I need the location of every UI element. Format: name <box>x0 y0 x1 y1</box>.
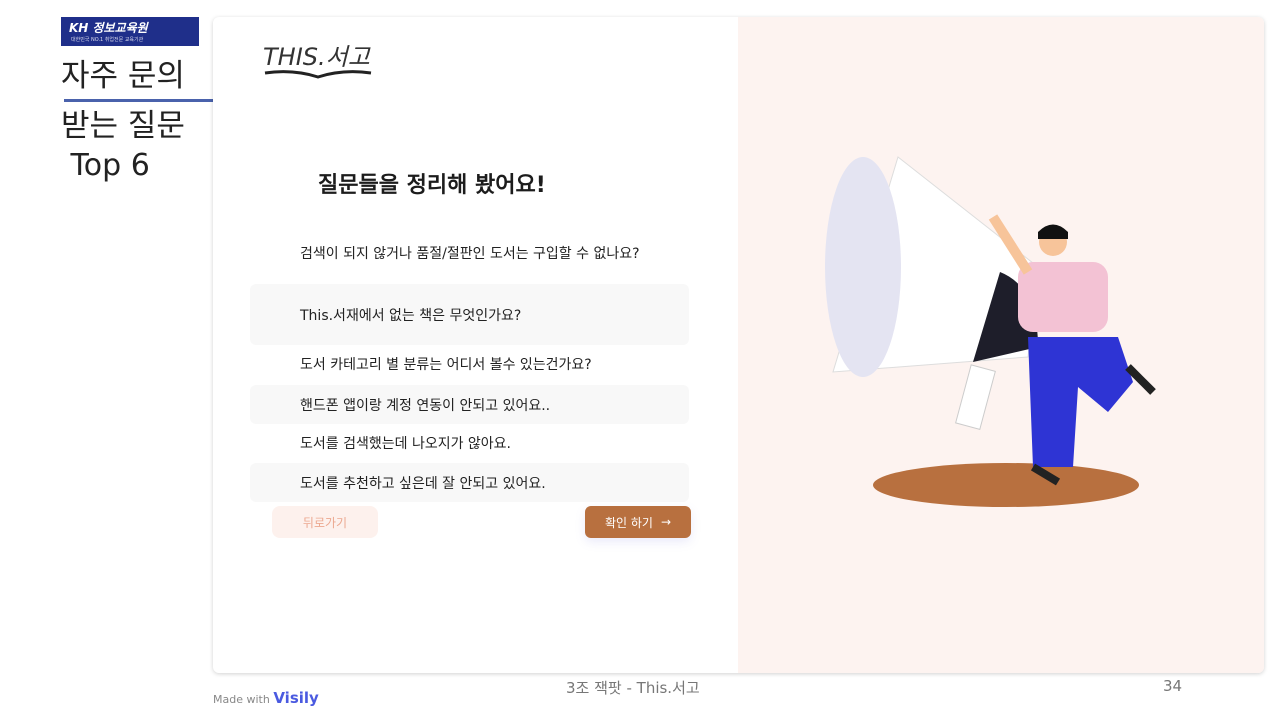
side-title-line3: Top 6 <box>61 148 150 183</box>
faq-item[interactable]: 도서를 추천하고 싶은데 잘 안되고 있어요. <box>250 463 689 502</box>
faq-item[interactable]: This.서재에서 없는 책은 무엇인가요? <box>250 284 689 345</box>
slide-card: THIS.서고 질문들을 정리해 봤어요! 검색이 되지 않거나 품절/절판인 … <box>213 17 1264 673</box>
visily-logo: Visily <box>273 689 319 707</box>
faq-item[interactable]: 핸드폰 앱이랑 계정 연동이 안되고 있어요.. <box>250 385 689 424</box>
megaphone-person-illustration <box>825 156 1156 507</box>
faq-item[interactable]: 도서를 검색했는데 나오지가 않아요. <box>250 425 689 461</box>
confirm-button[interactable]: 확인 하기 → <box>585 506 691 538</box>
logo-tagline: 대한민국 NO.1 취업전문 교육기관 <box>71 37 144 43</box>
faq-item[interactable]: 검색이 되지 않거나 품절/절판인 도서는 구입할 수 없나요? <box>250 235 689 271</box>
page-number: 34 <box>1163 677 1183 695</box>
kh-logo: KH 정보교육원 대한민국 NO.1 취업전문 교육기관 <box>61 17 199 46</box>
side-title-line1: 자주 문의 <box>61 58 185 94</box>
arrow-right-icon: → <box>660 515 672 529</box>
page-heading: 질문들을 정리해 봤어요! <box>318 173 546 198</box>
back-button[interactable]: 뒤로가기 <box>272 506 378 538</box>
made-with-label: Made with <box>213 693 270 706</box>
footer-title: 3조 잭팟 - This.서고 <box>566 679 700 697</box>
confirm-label: 확인 하기 <box>604 515 653 530</box>
made-with-visily: Made with Visily <box>213 689 319 707</box>
open-book-icon <box>264 70 372 79</box>
illustration-panel <box>738 17 1264 673</box>
side-title-line2: 받는 질문 <box>61 108 185 144</box>
logo-name: KH 정보교육원 <box>69 21 148 35</box>
faq-item[interactable]: 도서 카테고리 별 분류는 어디서 볼수 있는건가요? <box>250 347 689 381</box>
